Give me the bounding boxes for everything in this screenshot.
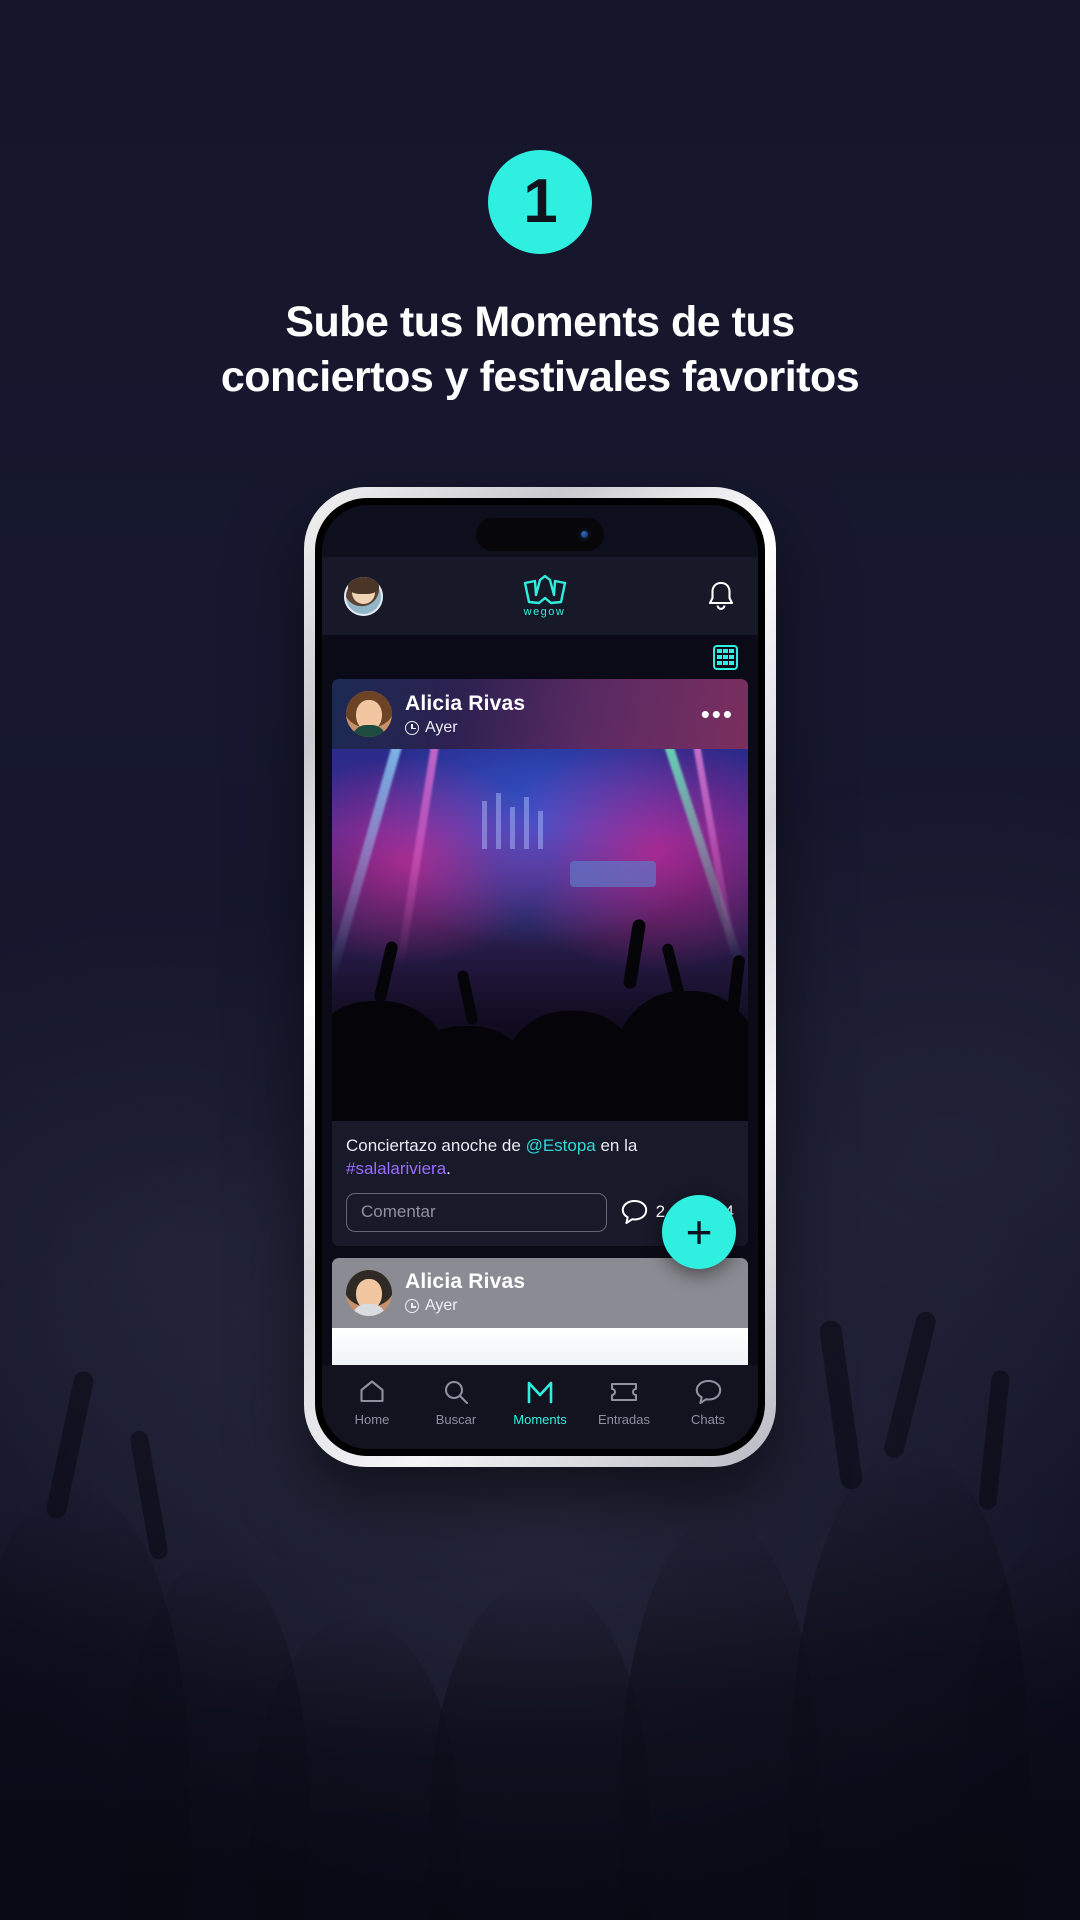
post-card[interactable]: Alicia Rivas Ayer: [332, 1257, 748, 1365]
create-moment-button[interactable]: +: [662, 1195, 736, 1269]
nav-label: Home: [354, 1411, 390, 1427]
comment-bubble-icon: [621, 1200, 647, 1225]
ticket-icon: [610, 1378, 638, 1406]
promo-screen: 1 Sube tus Moments de tus conciertos y f…: [0, 0, 1080, 1920]
bell-icon[interactable]: [706, 580, 736, 612]
caption-middle: en la: [595, 1136, 638, 1155]
home-icon: [359, 1378, 385, 1406]
phone-mockup: wegow Alicia Rivas Ayer ••• Conciertazo …: [304, 487, 776, 1467]
nav-label: Moments: [513, 1411, 567, 1427]
post-time: Ayer: [405, 719, 525, 737]
post-image[interactable]: [332, 749, 748, 1121]
wegow-logo: wegow: [523, 574, 567, 618]
moments-icon: [526, 1378, 554, 1406]
post-card[interactable]: Alicia Rivas Ayer ••• Conciertazo anoche…: [332, 679, 748, 1246]
avatar[interactable]: [346, 691, 392, 737]
nav-item-moments[interactable]: Moments: [503, 1378, 577, 1427]
nav-item-entradas[interactable]: Entradas: [587, 1378, 661, 1427]
caption-prefix: Conciertazo anoche de: [346, 1136, 526, 1155]
bottom-navigation: Home Buscar Moments Entradas Chats: [322, 1365, 758, 1449]
nav-item-chats[interactable]: Chats: [671, 1378, 745, 1427]
headline-line-1: Sube tus Moments de tus: [285, 298, 795, 346]
phone-bezel: wegow Alicia Rivas Ayer ••• Conciertazo …: [315, 498, 765, 1456]
post-header: Alicia Rivas Ayer: [332, 1257, 748, 1328]
post-caption: Conciertazo anoche de @Estopa en la #sal…: [346, 1135, 734, 1181]
comment-input[interactable]: [346, 1192, 607, 1232]
headline-line-2: conciertos y festivales favoritos: [220, 353, 860, 402]
phone-screen: wegow Alicia Rivas Ayer ••• Conciertazo …: [322, 505, 758, 1449]
clock-icon: [405, 1299, 419, 1314]
page-title: Sube tus Moments de tus conciertos y fes…: [0, 295, 1080, 405]
front-camera-icon: [578, 528, 591, 541]
clock-icon: [405, 720, 419, 735]
caption-hashtag[interactable]: #salalariviera: [346, 1159, 446, 1178]
step-badge-number: 1: [523, 167, 557, 236]
post-time: Ayer: [405, 1297, 525, 1315]
post-image[interactable]: [332, 1327, 748, 1365]
chat-icon: [695, 1378, 722, 1406]
feed-toolbar: [322, 635, 758, 679]
grid-icon[interactable]: [713, 644, 738, 670]
caption-suffix: .: [446, 1158, 451, 1178]
search-icon: [443, 1378, 469, 1406]
avatar[interactable]: [346, 1269, 392, 1316]
app-header: wegow: [322, 557, 758, 635]
caption-mention[interactable]: @Estopa: [526, 1136, 596, 1155]
nav-label: Entradas: [597, 1411, 651, 1427]
avatar[interactable]: [344, 576, 383, 616]
moments-feed[interactable]: Alicia Rivas Ayer ••• Conciertazo anoche…: [322, 679, 758, 1365]
comment-action[interactable]: 2: [621, 1199, 665, 1225]
nav-label: Chats: [691, 1411, 725, 1427]
post-header: Alicia Rivas Ayer •••: [332, 679, 748, 749]
nav-item-home[interactable]: Home: [335, 1378, 409, 1427]
wegow-crown-icon: [523, 574, 566, 604]
more-options-icon[interactable]: •••: [701, 701, 734, 727]
wegow-wordmark: wegow: [523, 605, 566, 618]
nav-item-buscar[interactable]: Buscar: [419, 1378, 493, 1427]
step-badge: 1: [488, 150, 592, 254]
dynamic-island: [476, 518, 604, 551]
post-author: Alicia Rivas: [405, 691, 526, 715]
nav-label: Buscar: [435, 1411, 477, 1427]
post-author: Alicia Rivas: [405, 1270, 526, 1294]
